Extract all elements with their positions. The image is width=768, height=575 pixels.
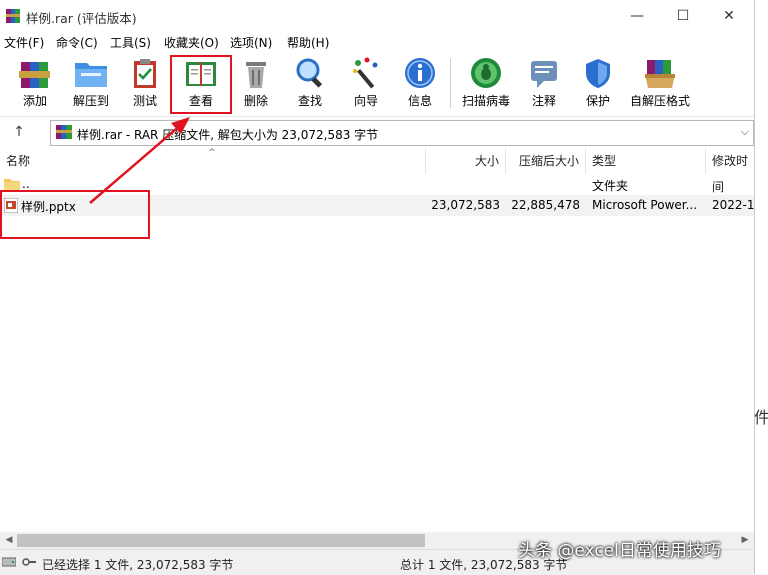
comment-label: 注释 (531, 94, 556, 108)
test-label: 测试 (132, 94, 157, 108)
wizard-wand-icon (353, 57, 378, 89)
close-button[interactable]: ✕ (706, 0, 752, 32)
menu-favorites[interactable]: 收藏夹(O) (164, 34, 219, 51)
menu-tools[interactable]: 工具(S) (110, 34, 151, 51)
window-title: 样例.rar (评估版本) (26, 11, 137, 26)
magnifier-icon (296, 58, 323, 88)
row-modified: 2022-1 (712, 198, 754, 212)
row-name: .. (22, 177, 30, 191)
wizard-button[interactable]: 向导 (346, 56, 386, 114)
menu-bar: 文件(F) 命令(C) 工具(S) 收藏夹(O) 选项(N) 帮助(H) (0, 32, 754, 52)
address-bar: ↑ 样例.rar - RAR 压缩文件, 解包大小为 23,072,583 字节… (0, 118, 754, 146)
delete-button[interactable]: 删除 (236, 56, 276, 114)
trash-icon (246, 62, 266, 88)
scroll-right-icon[interactable]: ▶ (737, 533, 753, 548)
column-packed[interactable]: 压缩后大小 (506, 148, 586, 174)
virus-scan-icon (471, 58, 501, 88)
menu-commands[interactable]: 命令(C) (56, 34, 98, 51)
key-icon (22, 558, 36, 566)
add-label: 添加 (22, 94, 47, 108)
extract-to-label: 解压到 (72, 94, 109, 108)
winrar-app-icon (6, 9, 20, 23)
comment-button[interactable]: 注释 (524, 56, 564, 114)
chevron-down-icon[interactable]: ⌵ (741, 125, 749, 139)
row-type: Microsoft Power... (592, 198, 698, 212)
sfx-button[interactable]: 自解压格式 (628, 56, 692, 114)
info-label: 信息 (407, 94, 432, 108)
status-selected: 已经选择 1 文件, 23,072,583 字节 (42, 558, 234, 572)
test-button[interactable]: 测试 (124, 56, 166, 114)
menu-file[interactable]: 文件(F) (4, 34, 44, 51)
minimize-button[interactable]: — (614, 0, 660, 32)
scroll-thumb[interactable] (17, 534, 425, 547)
watermark: 头条 @excel日常使用技巧 (518, 541, 721, 561)
add-button[interactable]: 添加 (12, 56, 58, 114)
toolbar: 添加 解压到 测试 查看 删除 查找 向导 信息 扫描病毒 注释 保护 自解压格… (0, 52, 754, 117)
background-text: 件 (754, 408, 768, 427)
row-size: 23,072,583 (431, 198, 500, 212)
find-button[interactable]: 查找 (290, 56, 330, 114)
maximize-button[interactable]: ☐ (660, 0, 706, 32)
path-field[interactable]: 样例.rar - RAR 压缩文件, 解包大小为 23,072,583 字节 ⌵ (50, 120, 754, 146)
menu-help[interactable]: 帮助(H) (287, 34, 329, 51)
extract-to-button[interactable]: 解压到 (66, 56, 116, 114)
virus-scan-label: 扫描病毒 (461, 94, 510, 108)
shield-icon (586, 59, 610, 88)
wizard-label: 向导 (353, 94, 378, 108)
delete-label: 删除 (243, 94, 268, 108)
column-type[interactable]: 类型 (586, 148, 706, 174)
sort-ascending-icon: ^ (208, 148, 216, 158)
menu-options[interactable]: 选项(N) (230, 34, 272, 51)
column-modified[interactable]: 修改时间 (706, 148, 754, 194)
toolbar-separator (450, 58, 451, 108)
highlight-view-box (170, 55, 232, 114)
sfx-label: 自解压格式 (629, 94, 690, 108)
info-icon (405, 58, 435, 88)
column-size[interactable]: 大小 (426, 148, 506, 174)
protect-label: 保护 (585, 94, 610, 108)
up-arrow-icon[interactable]: ↑ (8, 122, 30, 142)
virus-scan-button[interactable]: 扫描病毒 (458, 56, 514, 114)
row-type: 文件夹 (592, 179, 629, 193)
add-books-icon (19, 62, 50, 88)
sfx-box-icon (645, 60, 675, 88)
archive-icon (56, 125, 72, 139)
winrar-window: 样例.rar (评估版本) — ☐ ✕ 文件(F) 命令(C) 工具(S) 收藏… (0, 0, 755, 575)
comment-icon (531, 61, 557, 88)
drive-icon (2, 557, 16, 567)
title-bar: 样例.rar (评估版本) — ☐ ✕ (0, 0, 754, 32)
scroll-left-icon[interactable]: ◀ (1, 533, 17, 548)
row-packed: 22,885,478 (511, 198, 580, 212)
find-label: 查找 (297, 94, 322, 108)
info-button[interactable]: 信息 (400, 56, 440, 114)
extract-folder-icon (75, 63, 107, 87)
highlight-file-box (0, 190, 150, 239)
protect-button[interactable]: 保护 (578, 56, 618, 114)
archive-path: 样例.rar - RAR 压缩文件, 解包大小为 23,072,583 字节 (77, 128, 379, 142)
test-clipboard-icon (134, 59, 156, 88)
